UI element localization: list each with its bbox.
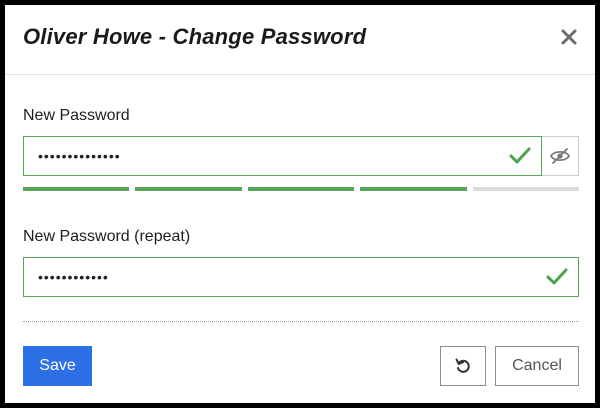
check-icon xyxy=(509,146,531,166)
strength-segment xyxy=(472,187,579,191)
new-password-repeat-field[interactable]: •••••••••••• xyxy=(23,257,579,297)
strength-segment xyxy=(247,187,355,191)
footer-divider xyxy=(23,321,579,322)
save-button[interactable]: Save xyxy=(23,346,92,386)
new-password-repeat-label: New Password (repeat) xyxy=(23,228,191,245)
new-password-label: New Password xyxy=(23,107,130,124)
new-password-repeat-value: •••••••••••• xyxy=(38,269,109,285)
reset-button[interactable] xyxy=(440,346,486,386)
close-icon[interactable] xyxy=(557,25,581,49)
dialog-title: Oliver Howe - Change Password xyxy=(23,24,367,49)
strength-segment xyxy=(360,187,467,191)
change-password-dialog: Oliver Howe - Change Password New Passwo… xyxy=(5,5,595,403)
strength-segment xyxy=(135,187,242,191)
dialog-header: Oliver Howe - Change Password xyxy=(5,5,595,75)
new-password-field[interactable]: •••••••••••••• xyxy=(23,136,542,176)
eye-slash-icon[interactable] xyxy=(542,136,579,176)
password-strength-meter xyxy=(23,187,579,191)
strength-segment xyxy=(23,187,130,191)
undo-icon xyxy=(455,358,470,373)
new-password-value: •••••••••••••• xyxy=(38,148,121,164)
cancel-button[interactable]: Cancel xyxy=(495,346,579,386)
check-icon xyxy=(546,267,568,287)
